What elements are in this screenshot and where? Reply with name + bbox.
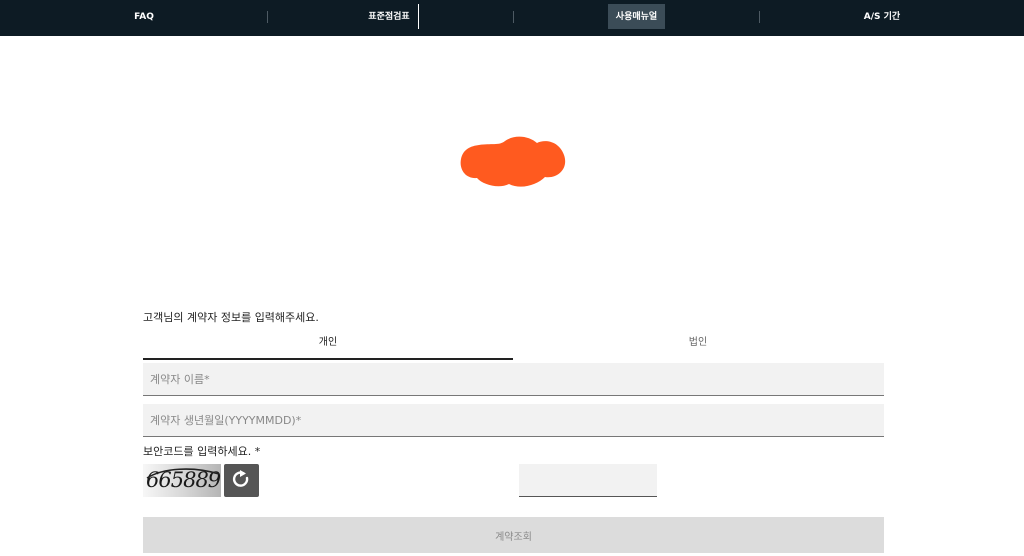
nav-item-faq[interactable]: FAQ [102,0,186,36]
contract-lookup-button[interactable]: 계약조회 [143,517,884,553]
nav-divider [759,11,760,23]
form-prompt: 고객님의 계약자 정보를 입력해주세요. [143,311,319,324]
top-nav-bar: FAQ 표준점검표 사용매뉴얼 A/S 기간 [0,0,1024,36]
refresh-icon [232,470,249,487]
nav-cursor-line [418,4,419,29]
nav-divider [513,11,514,23]
captcha-refresh-button[interactable] [224,464,259,497]
tab-personal[interactable]: 개인 [143,330,513,360]
brand-logo [460,136,566,187]
captcha-label: 보안코드를 입력하세요. * [143,445,261,458]
nav-divider [267,11,268,23]
nav-item-user-manual[interactable]: 사용매뉴얼 [608,0,665,36]
tab-corporate[interactable]: 법인 [513,330,883,358]
contractor-name-input[interactable] [143,363,884,396]
captcha-noise-lines [146,468,220,479]
captcha-input[interactable] [519,464,657,497]
contractor-birthdate-input[interactable] [143,404,884,437]
nav-item-as-period[interactable]: A/S 기간 [840,0,924,36]
captcha-image: 665889 [143,464,221,497]
